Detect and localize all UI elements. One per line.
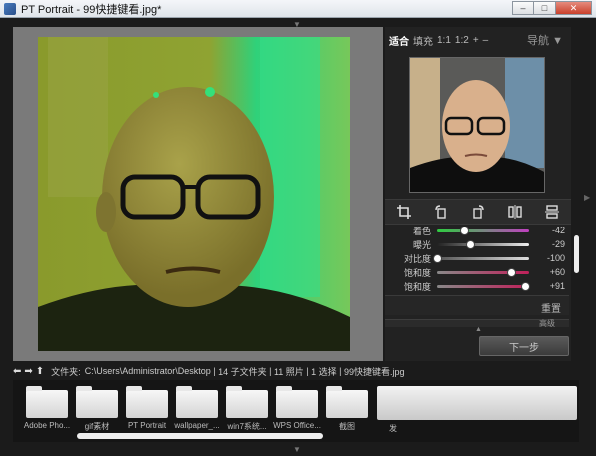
slider-value: -42 [551, 227, 565, 235]
zoom-fit-button[interactable]: 适合 [389, 33, 409, 48]
folder-name: win7系统... [227, 422, 267, 431]
collapse-bottom-arrow-icon[interactable]: ▼ [293, 445, 301, 454]
right-panel: 适合 填充 1:1 1:2 + – 导航 ▼ 着色 -42 曝光 -29 对比度… [385, 27, 579, 361]
flip-horizontal-icon[interactable] [505, 202, 525, 222]
window-controls: – □ ✕ [512, 1, 592, 15]
slider-value: +60 [549, 267, 565, 277]
back-arrow-icon[interactable]: ⬅ [13, 366, 21, 377]
zoom-fill-button[interactable]: 填充 [413, 33, 433, 48]
slider-value: -29 [551, 239, 565, 249]
zoom-1-2-button[interactable]: 1:2 [455, 35, 469, 46]
slider-knob[interactable] [433, 253, 442, 263]
advanced-label: 高级 [539, 319, 555, 328]
folder-name: WPS Office... [273, 421, 321, 430]
path-bar: ⬅ ➡ ⬆ 文件夹: C:\Users\Administrator\Deskto… [13, 365, 405, 377]
zoom-1-1-button[interactable]: 1:1 [437, 35, 451, 46]
folder-icon [26, 386, 68, 418]
title-bar: PT Portrait - 99快捷键看.jpg* – □ ✕ [0, 0, 596, 18]
folder-name: 截图 [339, 422, 355, 431]
slider-row[interactable]: 对比度 -100 [385, 251, 569, 265]
folder-icon [176, 386, 218, 418]
portrait-photo [38, 37, 350, 351]
folder-icon [226, 386, 268, 418]
reset-row: 重置 [385, 295, 569, 315]
zoom-bar: 适合 填充 1:1 1:2 + – 导航 ▼ [385, 27, 571, 53]
next-step-button[interactable]: 下一步 [479, 336, 569, 356]
folder-item[interactable]: gif素材 [75, 386, 119, 432]
close-button[interactable]: ✕ [556, 1, 592, 15]
slider-label: 饱和度 [403, 281, 431, 292]
folder-item-large[interactable] [377, 386, 577, 420]
subfolder-count: 14 子文件夹 [218, 366, 267, 377]
folder-name: PT Portrait [127, 421, 167, 430]
horizontal-scrollbar[interactable] [77, 433, 323, 439]
folder-icon [326, 386, 368, 418]
up-arrow-icon[interactable]: ⬆ [36, 366, 44, 377]
photo-editor-canvas[interactable] [13, 27, 383, 361]
zoom-out-button[interactable]: – [483, 35, 489, 46]
selected-count: 1 选择 [311, 366, 337, 377]
flip-vertical-icon[interactable] [542, 202, 562, 222]
slider-track[interactable] [437, 281, 530, 291]
current-file: 99快捷键看.jpg [343, 366, 405, 377]
tool-bar [385, 199, 571, 225]
slider-track[interactable] [437, 239, 529, 249]
folder-path: C:\Users\Administrator\Desktop [84, 366, 211, 376]
panel-scrollbar[interactable] [574, 235, 579, 273]
zoom-in-button[interactable]: + [473, 35, 479, 46]
crop-icon[interactable] [394, 202, 414, 222]
slider-row[interactable]: 饱和度 +91 [385, 279, 569, 293]
slider-track[interactable] [433, 253, 529, 263]
navigator-toggle[interactable]: 导航 ▼ [527, 32, 563, 48]
expand-right-arrow-icon[interactable]: ▶ [584, 193, 590, 202]
slider-value: -100 [546, 253, 565, 263]
folder-icon [126, 386, 168, 418]
folder-name: wallpaper_... [174, 421, 220, 430]
folder-name: gif素材 [84, 422, 110, 431]
folder-icon [276, 386, 318, 418]
folder-icon [76, 386, 118, 418]
slider-track[interactable] [437, 267, 529, 277]
slider-label: 对比度 [403, 253, 431, 264]
slider-label: 饱和度 [403, 267, 431, 278]
slider-knob[interactable] [506, 267, 516, 277]
slider-track[interactable] [437, 227, 529, 235]
slider-label: 曝光 [412, 239, 431, 250]
folder-item[interactable]: PT Portrait [125, 386, 169, 430]
app-logo-icon [4, 2, 16, 15]
folder-item[interactable]: WPS Office... [273, 386, 321, 430]
folder-browser: Adobe Pho... gif素材 PT Portrait wallpaper… [13, 380, 579, 442]
folder-item[interactable]: win7系统... [225, 386, 269, 432]
maximize-button[interactable]: □ [534, 1, 556, 15]
forward-arrow-icon[interactable]: ➡ [24, 366, 32, 377]
folder-item[interactable]: 截图 [325, 386, 369, 432]
reset-button[interactable]: 重置 [541, 300, 561, 315]
slider-knob[interactable] [459, 227, 469, 235]
navigator-preview[interactable] [409, 57, 545, 193]
slider-label: 着色 [412, 227, 431, 236]
slider-knob[interactable] [520, 281, 530, 291]
minimize-button[interactable]: – [512, 1, 534, 15]
window-title: PT Portrait - 99快捷键看.jpg* [21, 3, 162, 16]
rotate-right-icon[interactable] [468, 202, 488, 222]
folder-item[interactable]: wallpaper_... [174, 386, 220, 430]
slider-row[interactable]: 曝光 -29 [385, 237, 569, 251]
folder-name: 发 [389, 424, 397, 433]
slider-value: +91 [549, 281, 565, 291]
slider-knob[interactable] [466, 239, 476, 249]
rotate-left-icon[interactable] [431, 202, 451, 222]
folder-item[interactable]: Adobe Pho... [23, 386, 71, 430]
slider-row[interactable]: 饱和度 +60 [385, 265, 569, 279]
collapse-panel-arrow-icon[interactable]: ▲ [475, 326, 482, 333]
slider-row[interactable]: 着色 -42 [385, 227, 569, 237]
folder-name: Adobe Pho... [23, 421, 71, 430]
folder-label: 文件夹: [51, 366, 81, 377]
photo-count: 11 照片 [273, 366, 304, 377]
